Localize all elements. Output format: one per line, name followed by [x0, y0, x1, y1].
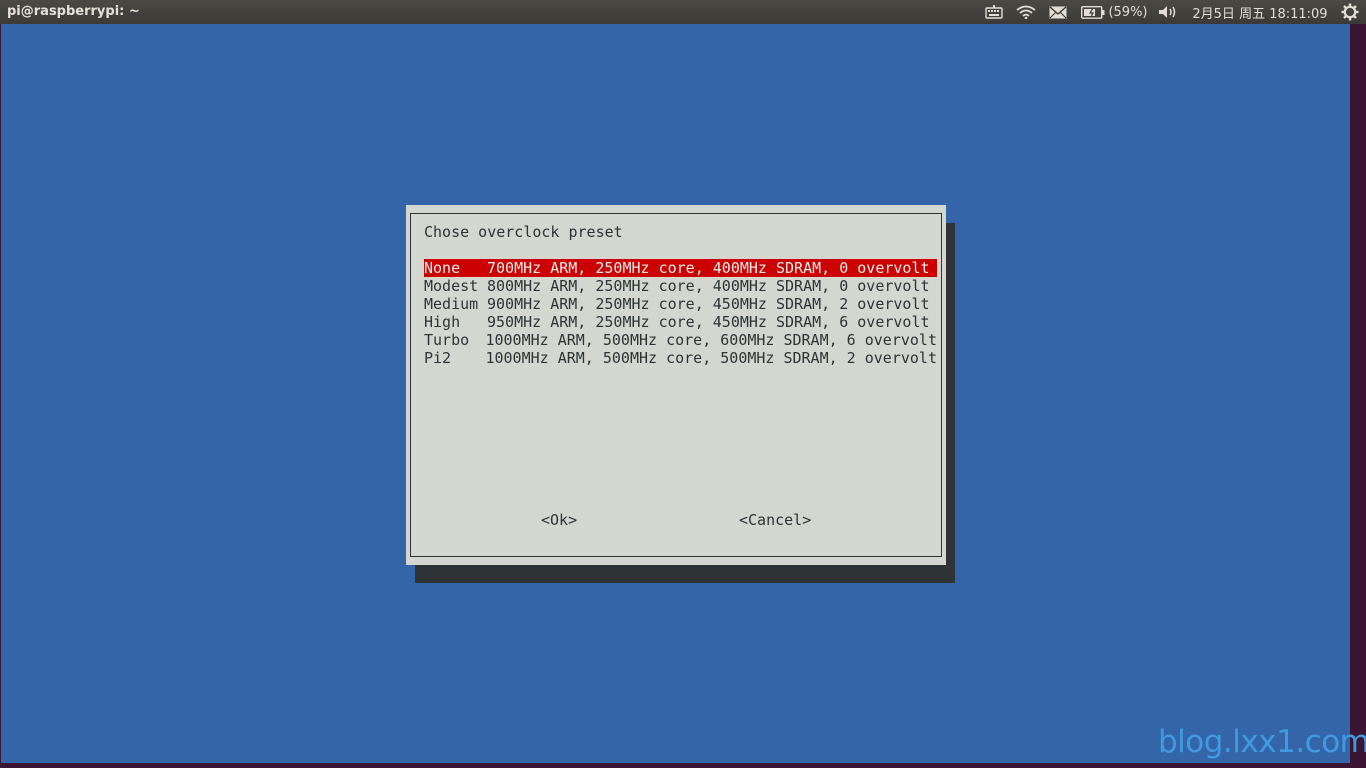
clock[interactable]: 2月5日 周五 18:11:09 — [1188, 0, 1332, 24]
cancel-button[interactable]: <Cancel> — [739, 511, 811, 529]
desktop-edge-bottom — [0, 763, 1366, 768]
menu-item-tag: Pi2 — [424, 349, 452, 367]
menu-item-description: 900MHz ARM, 250MHz core, 450MHz SDRAM, 2… — [487, 295, 930, 313]
menu-item-tag: Modest — [424, 277, 479, 295]
overclock-dialog: Chose overclock preset None 700MHz ARM, 2… — [406, 205, 946, 565]
keyboard-icon[interactable] — [984, 0, 1004, 24]
menu-item-high[interactable]: High 950MHz ARM, 250MHz core, 450MHz SDRA… — [424, 313, 937, 331]
battery-icon[interactable] — [1080, 0, 1106, 24]
wifi-icon[interactable] — [1015, 0, 1037, 24]
menu-item-description: 950MHz ARM, 250MHz core, 450MHz SDRAM, 6… — [487, 313, 930, 331]
menu-item-tag: High — [424, 313, 461, 331]
mail-icon[interactable] — [1047, 0, 1069, 24]
ok-button[interactable]: <Ok> — [541, 511, 577, 529]
menu-item-modest[interactable]: Modest 800MHz ARM, 250MHz core, 400MHz SD… — [424, 277, 937, 295]
window-title: pi@raspberrypi: ~ — [7, 4, 140, 19]
menu-item-pi2[interactable]: Pi2 1000MHz ARM, 500MHz core, 500MHz SDRA… — [424, 349, 937, 367]
menu-item-description: 1000MHz ARM, 500MHz core, 500MHz SDRAM, … — [485, 349, 937, 367]
menu-item-turbo[interactable]: Turbo 1000MHz ARM, 500MHz core, 600MHz SD… — [424, 331, 937, 349]
menu-item-medium[interactable]: Medium 900MHz ARM, 250MHz core, 450MHz SD… — [424, 295, 937, 313]
top-panel: pi@raspberrypi: ~ (59%) 2月5日 周五 18:11:09 — [0, 0, 1366, 24]
battery-percent: (59%) — [1108, 4, 1148, 20]
volume-icon[interactable] — [1157, 0, 1179, 24]
menu-item-tag: None — [424, 259, 461, 277]
desktop-edge — [1350, 24, 1366, 768]
dialog-prompt: Chose overclock preset — [424, 223, 623, 241]
menu-item-description: 800MHz ARM, 250MHz core, 400MHz SDRAM, 0… — [487, 277, 930, 295]
gear-icon[interactable] — [1340, 0, 1360, 24]
menu-item-none[interactable]: None 700MHz ARM, 250MHz core, 400MHz SDRA… — [424, 259, 937, 277]
menu-item-description: 1000MHz ARM, 500MHz core, 600MHz SDRAM, … — [485, 331, 937, 349]
watermark-text: blog.lxx1.com — [1158, 724, 1366, 760]
menu-item-tag: Medium — [424, 295, 479, 313]
menu-item-description: 700MHz ARM, 250MHz core, 400MHz SDRAM, 0… — [487, 259, 930, 277]
preset-menu: None 700MHz ARM, 250MHz core, 400MHz SDRA… — [424, 259, 937, 367]
menu-item-tag: Turbo — [424, 331, 470, 349]
